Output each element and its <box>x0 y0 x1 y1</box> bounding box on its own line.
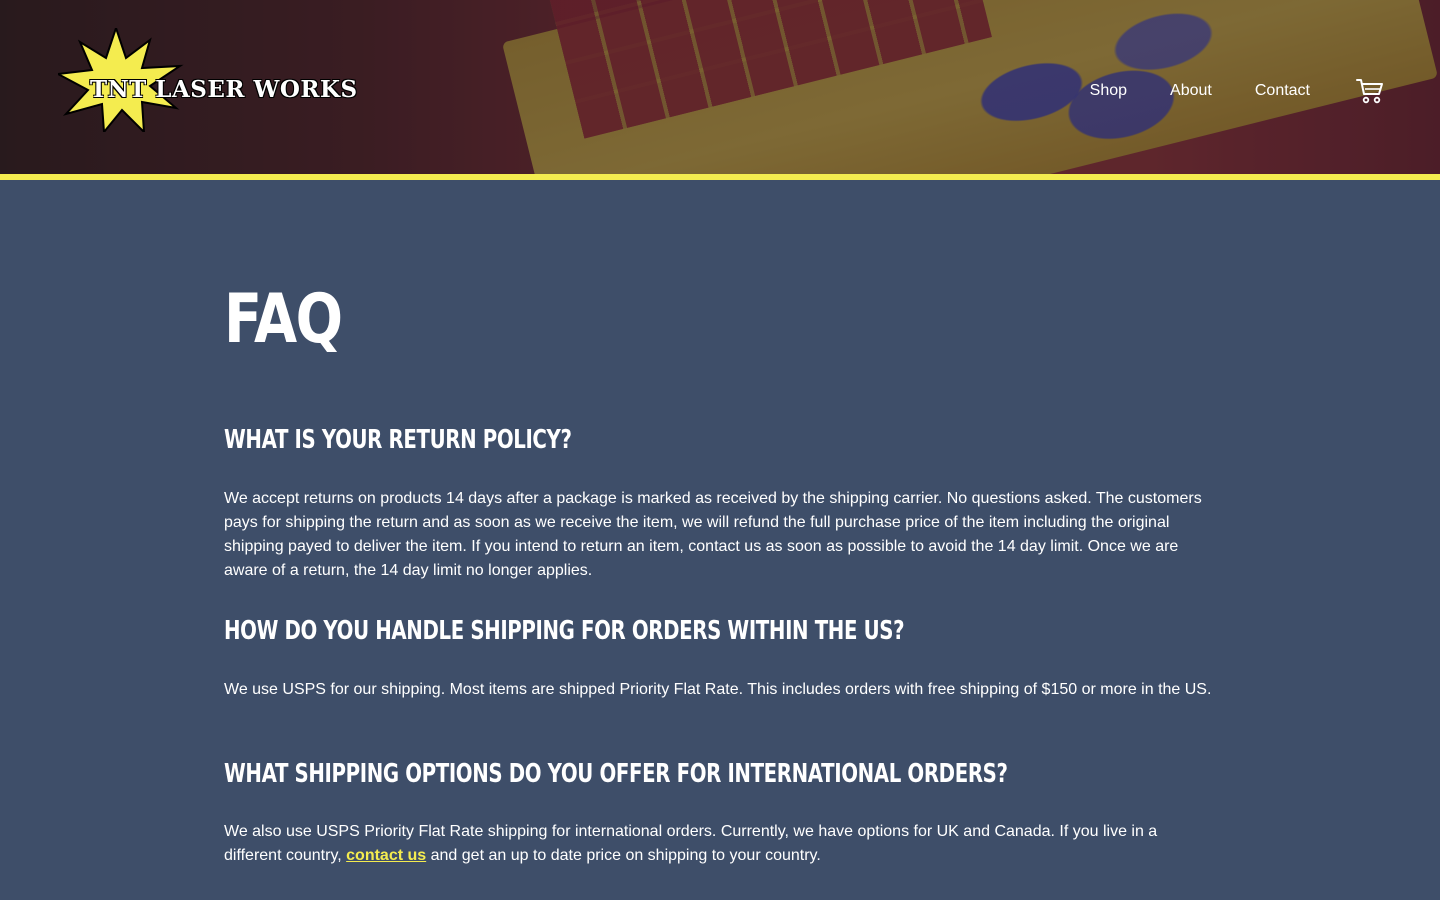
nav-about[interactable]: About <box>1170 80 1212 102</box>
cart-icon <box>1356 79 1383 104</box>
nav-shop[interactable]: Shop <box>1090 80 1127 102</box>
cart-button[interactable] <box>1356 78 1384 104</box>
nav-contact[interactable]: Contact <box>1255 80 1310 102</box>
header-accent-bar <box>0 174 1440 180</box>
contact-us-link[interactable]: contact us <box>346 847 426 864</box>
faq-answer-return-policy: We accept returns on products 14 days af… <box>224 490 1202 579</box>
faq-question-international-shipping: WHAT SHIPPING OPTIONS DO YOU OFFER FOR I… <box>224 759 1008 789</box>
brand-name: TNT LASER WORKS <box>90 76 358 103</box>
answer-text-after-link: and get an up to date price on shipping … <box>430 847 821 864</box>
faq-question-return-policy: WHAT IS YOUR RETURN POLICY? <box>224 425 572 455</box>
faq-question-us-shipping: HOW DO YOU HANDLE SHIPPING FOR ORDERS WI… <box>224 616 905 646</box>
page-title: FAQ <box>224 280 343 359</box>
site-header: TNT LASER WORKS Shop About Contact <box>0 0 1440 180</box>
main-nav: Shop About Contact <box>1090 78 1384 104</box>
faq-answer-us-shipping: We use USPS for our shipping. Most items… <box>224 681 1212 698</box>
brand-logo[interactable]: TNT LASER WORKS <box>58 28 357 132</box>
faq-answer-international-shipping: We also use USPS Priority Flat Rate ship… <box>224 820 1218 868</box>
